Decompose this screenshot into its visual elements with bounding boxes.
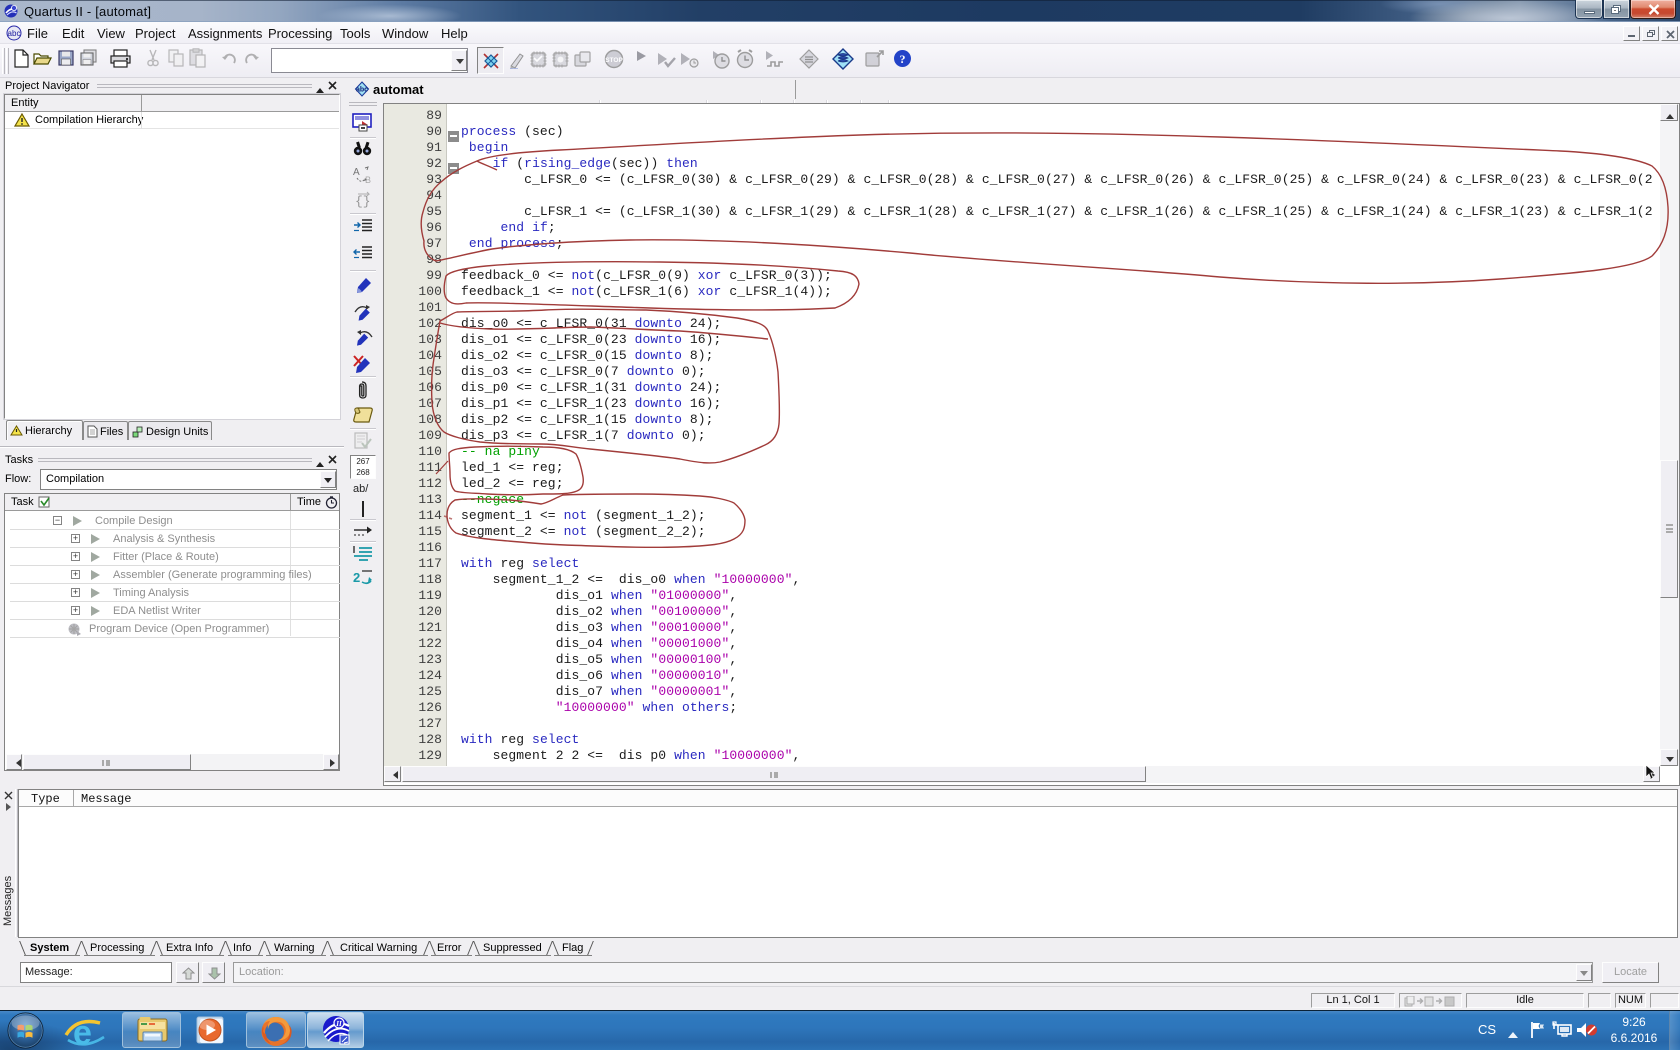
- svg-text:?: ?: [900, 52, 906, 66]
- svg-text:STOP: STOP: [605, 57, 623, 64]
- svg-text:abc: abc: [8, 29, 21, 38]
- svg-text:II: II: [335, 1020, 342, 1028]
- svg-text:2: 2: [353, 570, 360, 585]
- svg-text:{}: {}: [355, 194, 371, 208]
- svg-text:A: A: [353, 167, 360, 178]
- svg-text:abc: abc: [356, 87, 368, 94]
